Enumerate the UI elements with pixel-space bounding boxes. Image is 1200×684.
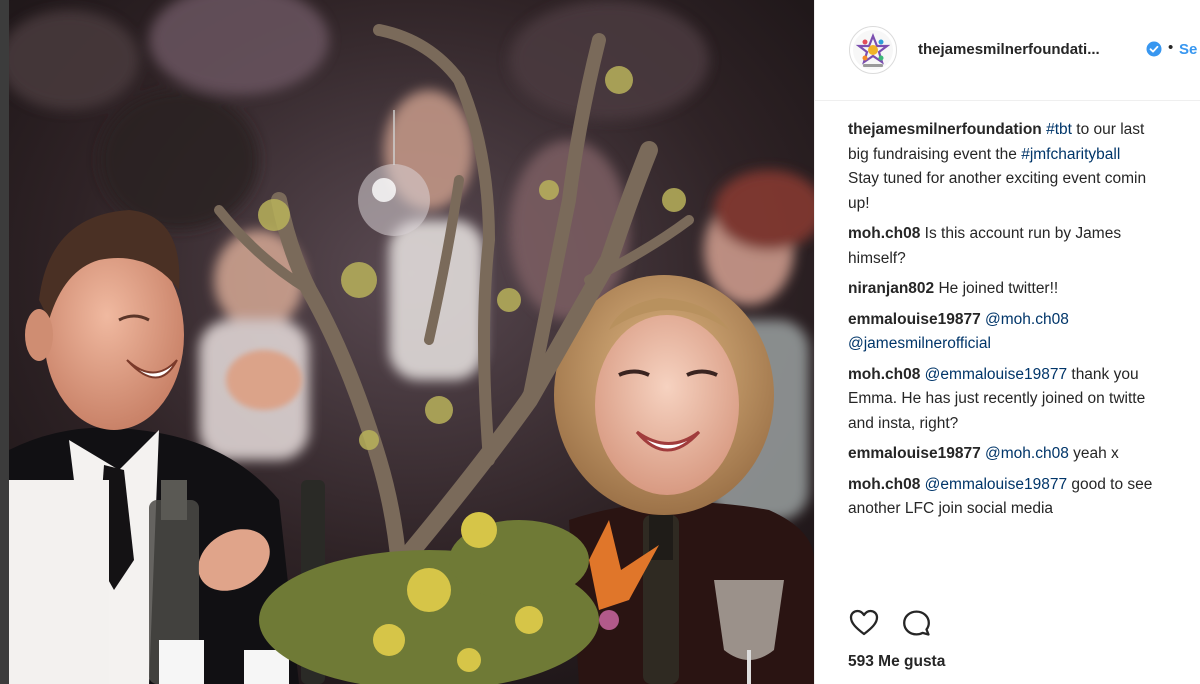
post-header: thejamesmilnerfoundati... • Se <box>815 0 1200 101</box>
comment-username[interactable]: moh.ch08 <box>848 366 920 383</box>
comment: moh.ch08 @emmalouise19877 thank you Emma.… <box>848 363 1200 437</box>
post-sidebar: thejamesmilnerfoundati... • Se thejamesm… <box>814 0 1200 684</box>
post-photo-illustration <box>9 0 814 684</box>
follow-button[interactable]: Se <box>1179 41 1197 58</box>
comment-text: to our last <box>1071 121 1145 138</box>
comment: moh.ch08 @emmalouise19877 good to see ano… <box>848 473 1200 522</box>
comment-text: and insta, right? <box>848 414 959 432</box>
comment-text: up! <box>848 194 870 212</box>
comment-text: He joined twitter!! <box>934 280 1059 297</box>
post-photo[interactable] <box>9 0 814 684</box>
comment: emmalouise19877 @moh.ch08 @jamesmilneroff… <box>848 308 1200 357</box>
mention-link[interactable]: @jamesmilnerofficial <box>848 335 991 352</box>
window-edge <box>0 0 9 684</box>
comment: niranjan802 He joined twitter!! <box>848 277 1200 302</box>
mention-link[interactable]: @moh.ch08 <box>985 445 1069 462</box>
comment-line: Stay tuned for another exciting event co… <box>848 167 1200 192</box>
comment: thejamesmilnerfoundation #tbt to our las… <box>848 118 1200 216</box>
comment-line: thejamesmilnerfoundation #tbt to our las… <box>848 118 1200 143</box>
comment-line: niranjan802 He joined twitter!! <box>848 277 1200 302</box>
comment-spacer <box>848 522 1200 528</box>
comment: emmalouise19877 @moh.ch08 yeah x <box>848 442 1200 467</box>
mention-link[interactable]: @emmalouise19877 <box>925 476 1067 493</box>
likes-count[interactable]: 593 Me gusta <box>848 653 945 671</box>
comment-username[interactable]: moh.ch08 <box>848 476 920 493</box>
comments-list: thejamesmilnerfoundation #tbt to our las… <box>848 118 1200 528</box>
verified-badge-icon <box>1146 41 1162 57</box>
hashtag-link[interactable]: #tbt <box>1046 121 1072 138</box>
comment-line: big fundraising event the #jmfcharitybal… <box>848 143 1200 168</box>
comment-line: moh.ch08 @emmalouise19877 good to see <box>848 473 1200 498</box>
comment-username[interactable]: niranjan802 <box>848 280 934 297</box>
avatar[interactable] <box>849 26 897 74</box>
separator-dot: • <box>1168 39 1174 56</box>
comment-text: good to see <box>1067 475 1153 493</box>
mention-link[interactable]: @moh.ch08 <box>985 311 1069 328</box>
comment-username[interactable]: emmalouise19877 <box>848 311 981 328</box>
mention-link[interactable]: @emmalouise19877 <box>925 366 1067 383</box>
comment-line: up! <box>848 192 1200 217</box>
hashtag-link[interactable]: #jmfcharityball <box>1021 146 1120 163</box>
post-username[interactable]: thejamesmilnerfoundati... <box>918 41 1100 58</box>
comment-text: himself? <box>848 249 906 267</box>
comment-line: @jamesmilnerofficial <box>848 332 1200 357</box>
comment-username[interactable]: thejamesmilnerfoundation <box>848 121 1042 138</box>
comment-line: emmalouise19877 @moh.ch08 <box>848 308 1200 333</box>
foundation-logo-icon <box>853 30 893 70</box>
comment-text: Emma. He has just recently joined on twi… <box>848 390 1146 407</box>
speech-bubble-icon[interactable] <box>901 608 931 638</box>
comment-text: yeah x <box>1068 445 1119 462</box>
comment-line: moh.ch08 Is this account run by James <box>848 222 1200 247</box>
comment-line: moh.ch08 @emmalouise19877 thank you <box>848 363 1200 388</box>
comment-line: himself? <box>848 247 1200 272</box>
comment-username[interactable]: moh.ch08 <box>848 225 920 242</box>
comment-text: thank you <box>1067 365 1139 383</box>
comment-text: Is this account run by James <box>920 225 1122 242</box>
comment-line: another LFC join social media <box>848 497 1200 522</box>
comment-line: Emma. He has just recently joined on twi… <box>848 387 1200 412</box>
comment-line: and insta, right? <box>848 412 1200 437</box>
comment: moh.ch08 Is this account run by James him… <box>848 222 1200 271</box>
comment-line: emmalouise19877 @moh.ch08 yeah x <box>848 442 1200 467</box>
comment-text: another LFC join social media <box>848 500 1054 517</box>
comment-text: Stay tuned for another exciting event co… <box>848 170 1147 187</box>
post-actions <box>849 608 1189 642</box>
heart-outline-icon[interactable] <box>849 608 879 638</box>
comment-text: big fundraising event the <box>848 145 1022 163</box>
comment-username[interactable]: emmalouise19877 <box>848 445 981 462</box>
